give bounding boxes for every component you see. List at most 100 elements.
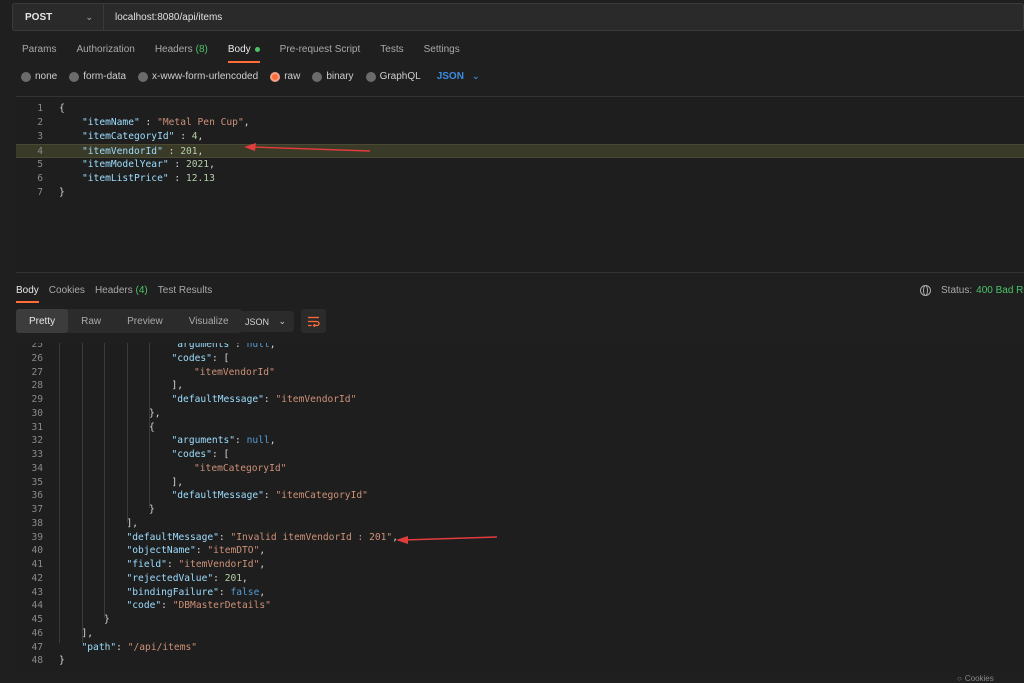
code-text: "itemListPrice" : 12.13 bbox=[82, 172, 215, 186]
body-type-options: none form-data x-www-form-urlencoded raw… bbox=[21, 71, 479, 82]
line-number: 38 bbox=[31, 517, 43, 529]
json-key: "objectName" bbox=[126, 545, 196, 557]
radio-circle-icon bbox=[21, 71, 31, 82]
radio-label: raw bbox=[284, 71, 301, 82]
json-separator: : bbox=[162, 146, 181, 157]
code-text: "itemCategoryId" : 4, bbox=[82, 130, 203, 144]
json-comma: , bbox=[242, 572, 248, 584]
json-separator: : bbox=[166, 559, 179, 570]
json-value: "itemVendorId" bbox=[178, 559, 260, 570]
tab-tests[interactable]: Tests bbox=[380, 42, 403, 56]
code-line: 34 "itemCategoryId" bbox=[16, 462, 1024, 476]
tab-label: Body bbox=[227, 43, 251, 55]
tab-authorization[interactable]: Authorization bbox=[76, 42, 134, 56]
json-comma: , bbox=[209, 159, 215, 170]
response-tab-cookies[interactable]: Cookies bbox=[49, 285, 85, 296]
cookies-footer-label: Cookies bbox=[964, 674, 994, 683]
wrap-lines-icon bbox=[308, 316, 320, 327]
json-value: } bbox=[59, 655, 65, 667]
json-value: "itemCategoryId" bbox=[275, 490, 368, 502]
tab-pre-request-script[interactable]: Pre-request Script bbox=[280, 42, 361, 56]
json-comma: , bbox=[259, 559, 266, 570]
json-separator: : bbox=[211, 352, 224, 364]
code-line: 43 "bindingFailure": false, bbox=[16, 586, 1024, 600]
json-value: "itemVendorId" bbox=[194, 366, 275, 378]
code-text: "itemVendorId" bbox=[194, 366, 275, 380]
json-key: "itemCategoryId" bbox=[82, 131, 175, 142]
wrap-lines-button[interactable] bbox=[301, 309, 326, 333]
code-line: 38], bbox=[16, 517, 1024, 531]
json-comma: , bbox=[154, 407, 161, 419]
response-format-select[interactable]: JSON ⌄ bbox=[237, 311, 294, 332]
raw-format-label: JSON bbox=[436, 71, 464, 82]
code-text: "itemVendorId" : 201, bbox=[82, 145, 203, 159]
code-line: 39 "defaultMessage": "Invalid itemVendorI… bbox=[16, 531, 1024, 545]
json-separator: : bbox=[263, 394, 276, 405]
response-tab-body[interactable]: Body bbox=[16, 285, 39, 303]
json-value: "itemDTO" bbox=[207, 545, 260, 557]
response-status: Status: 400 Bad Request bbox=[920, 285, 1024, 296]
response-tab-headers[interactable]: Headers (4) bbox=[95, 285, 148, 296]
chevron-down-icon: ⌄ bbox=[85, 11, 93, 22]
code-line: 41 "field": "itemVendorId", bbox=[16, 558, 1024, 572]
view-pretty-button[interactable]: Pretty bbox=[16, 309, 69, 333]
json-value: } bbox=[149, 504, 155, 515]
view-preview-button[interactable]: Preview bbox=[114, 309, 176, 333]
radio-graphql[interactable]: GraphQL bbox=[365, 71, 421, 82]
tab-headers[interactable]: Headers (8) bbox=[155, 42, 208, 56]
code-line: 36 "defaultMessage": "itemCategoryId" bbox=[16, 489, 1024, 503]
json-value: 201 bbox=[224, 572, 243, 584]
status-label: Status: bbox=[941, 285, 973, 296]
line-number: 30 bbox=[31, 407, 43, 419]
json-separator: : bbox=[211, 449, 224, 460]
code-text: } bbox=[59, 186, 65, 200]
raw-format-select[interactable]: JSON ⌄ bbox=[437, 71, 480, 82]
line-number: 33 bbox=[31, 449, 43, 460]
radio-none[interactable]: none bbox=[21, 71, 57, 82]
code-text: "codes": [ bbox=[172, 352, 230, 366]
code-text: } bbox=[104, 613, 110, 627]
tab-body[interactable]: Body bbox=[227, 42, 260, 63]
json-separator: : bbox=[235, 435, 247, 447]
code-line: 6 "itemListPrice" : 12.13 bbox=[16, 172, 1024, 186]
cookies-footer-link[interactable]: ○ Cookies bbox=[957, 674, 994, 683]
line-number: 26 bbox=[31, 352, 43, 364]
line-number: 35 bbox=[31, 476, 43, 488]
json-key: "itemName" bbox=[82, 117, 140, 128]
tab-count-badge: (8) bbox=[195, 43, 208, 55]
json-value: [ bbox=[223, 352, 230, 364]
radio-form-data[interactable]: form-data bbox=[69, 71, 126, 82]
json-separator: : bbox=[139, 117, 158, 128]
code-text: "defaultMessage": "itemCategoryId" bbox=[172, 489, 368, 503]
chevron-down-icon: ⌄ bbox=[471, 71, 480, 81]
radio-x-www-form-urlencoded[interactable]: x-www-form-urlencoded bbox=[138, 71, 258, 82]
tab-settings[interactable]: Settings bbox=[424, 42, 460, 56]
json-comma: , bbox=[243, 117, 250, 128]
tab-label: Params bbox=[22, 43, 57, 55]
request-body-editor[interactable]: 1{2 "itemName" : "Metal Pen Cup", 3 "itemCa… bbox=[16, 96, 1024, 273]
globe-icon[interactable] bbox=[920, 285, 931, 296]
view-raw-button[interactable]: Raw bbox=[68, 309, 114, 333]
json-key: "defaultMessage" bbox=[126, 531, 219, 543]
line-number: 36 bbox=[31, 490, 43, 502]
response-tab-test-results[interactable]: Test Results bbox=[158, 285, 212, 296]
http-method-select[interactable]: POST ⌄ bbox=[13, 4, 104, 30]
line-number: 39 bbox=[31, 531, 43, 543]
code-text: { bbox=[59, 102, 65, 116]
radio-binary[interactable]: binary bbox=[312, 71, 354, 82]
tab-params[interactable]: Params bbox=[22, 42, 56, 56]
status-badge[interactable]: 400 Bad Request bbox=[976, 285, 1024, 296]
line-number: 40 bbox=[31, 545, 43, 557]
code-text: "code": "DBMasterDetails" bbox=[127, 599, 271, 613]
radio-raw[interactable]: raw bbox=[270, 71, 300, 82]
code-line: 4 "itemVendorId" : 201, bbox=[16, 144, 1024, 158]
tab-label: Authorization bbox=[76, 43, 135, 55]
code-text: ], bbox=[172, 379, 184, 393]
code-line: 47 "path": "/api/items" bbox=[16, 641, 1024, 655]
response-body-viewer[interactable]: 25 "arguments": null, 26 "codes": [27 "itemV… bbox=[16, 343, 1024, 673]
code-text: { bbox=[149, 421, 155, 435]
view-visualize-button[interactable]: Visualize bbox=[176, 309, 242, 333]
line-number: 47 bbox=[31, 641, 43, 653]
json-value: null bbox=[246, 343, 270, 350]
url-input[interactable]: localhost:8080/api/items bbox=[104, 4, 1023, 30]
